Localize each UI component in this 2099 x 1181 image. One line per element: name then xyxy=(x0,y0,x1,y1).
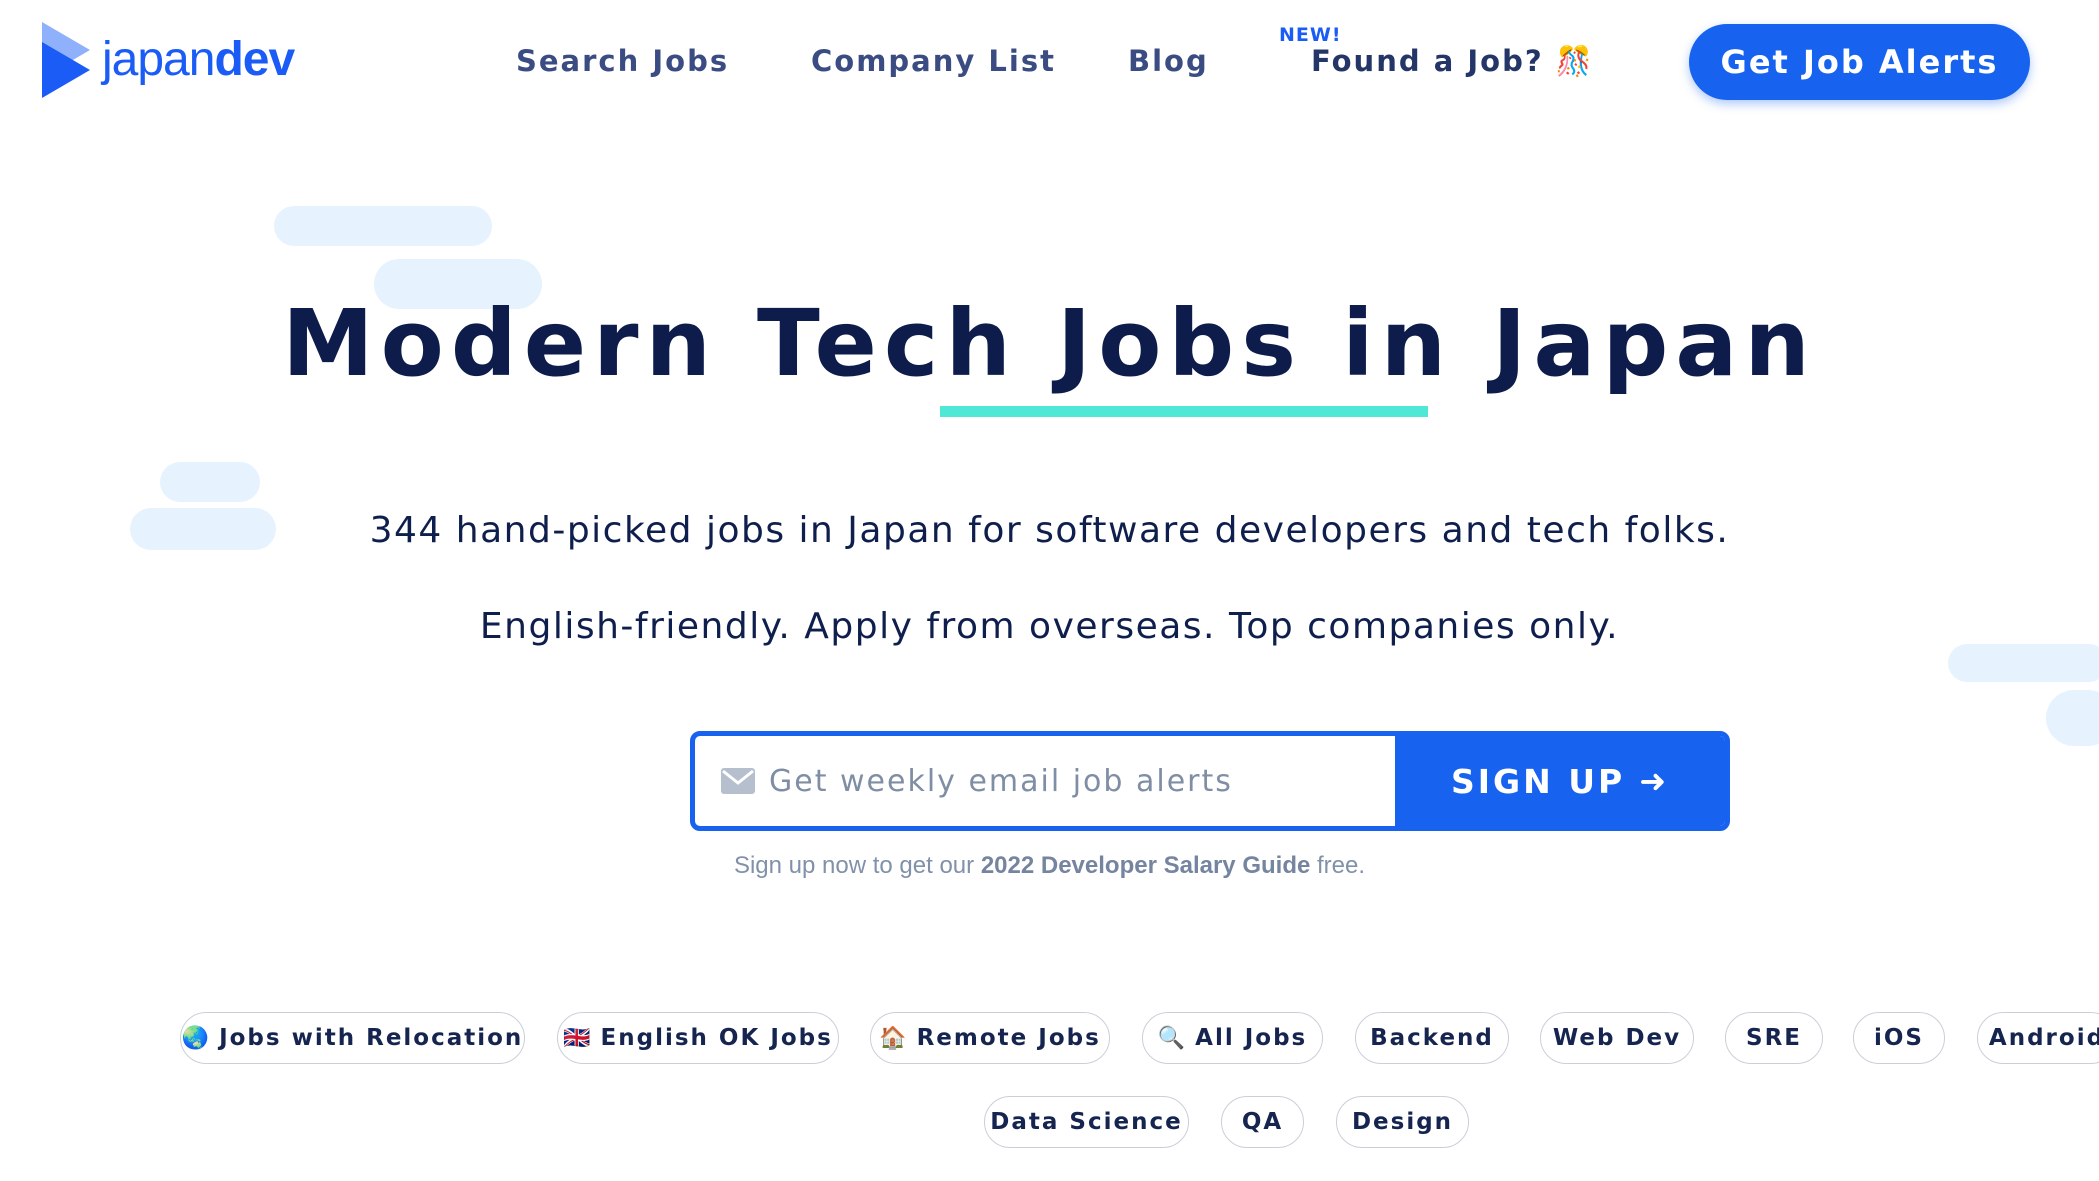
tag-web-dev[interactable]: Web Dev xyxy=(1540,1012,1694,1064)
japandev-logo[interactable]: japandev xyxy=(42,22,295,98)
mail-icon xyxy=(721,768,755,794)
title-highlight-underline xyxy=(940,406,1428,417)
tag-backend[interactable]: Backend xyxy=(1355,1012,1509,1064)
hero-subtitle-jobs-count: 344 hand-picked jobs in Japan for softwa… xyxy=(369,510,1730,551)
tag-english-ok-jobs[interactable]: 🇬🇧 English OK Jobs xyxy=(557,1012,839,1064)
nav-company-list[interactable]: Company List xyxy=(811,44,1056,78)
email-input[interactable] xyxy=(769,763,1369,799)
email-field-wrapper xyxy=(695,736,1395,826)
nav-search-jobs[interactable]: Search Jobs xyxy=(516,44,729,78)
tag-design[interactable]: Design xyxy=(1336,1096,1469,1148)
sign-up-button[interactable]: SIGN UP ➜ xyxy=(1395,736,1725,826)
nav-found-a-job[interactable]: Found a Job? 🎊 xyxy=(1311,44,1594,79)
tag-jobs-with-relocation[interactable]: 🌏 Jobs with Relocation xyxy=(180,1012,525,1064)
email-signup-form: SIGN UP ➜ xyxy=(690,731,1730,831)
tag-data-science[interactable]: Data Science xyxy=(984,1096,1189,1148)
logo-chevron-icon xyxy=(42,22,90,98)
tag-all-jobs[interactable]: 🔍 All Jobs xyxy=(1142,1012,1323,1064)
new-badge: NEW! xyxy=(1279,24,1342,46)
signup-note: Sign up now to get our 2022 Developer Sa… xyxy=(733,852,1366,879)
hero-title: Modern Tech Jobs in Japan xyxy=(282,290,1817,397)
logo-text: japandev xyxy=(102,33,295,86)
nav-blog[interactable]: Blog xyxy=(1128,44,1209,78)
house-icon: 🏠 xyxy=(879,1025,909,1051)
globe-icon: 🌏 xyxy=(181,1025,212,1051)
salary-guide-link[interactable]: 2022 Developer Salary Guide xyxy=(981,852,1311,879)
tag-android[interactable]: Android xyxy=(1977,1012,2099,1064)
get-job-alerts-button[interactable]: Get Job Alerts xyxy=(1689,24,2030,100)
sign-up-label: SIGN UP xyxy=(1450,761,1626,801)
magnifier-icon: 🔍 xyxy=(1157,1025,1188,1051)
tag-qa[interactable]: QA xyxy=(1221,1096,1304,1148)
hero-title-highlight: Tech Jobs xyxy=(757,290,1304,397)
tag-sre[interactable]: SRE xyxy=(1725,1012,1823,1064)
tag-remote-jobs[interactable]: 🏠 Remote Jobs xyxy=(870,1012,1110,1064)
hero-subtitle-benefits: English-friendly. Apply from overseas. T… xyxy=(479,606,1620,647)
uk-flag-icon: 🇬🇧 xyxy=(563,1025,593,1051)
page: japandev Search Jobs Company List Blog N… xyxy=(0,0,2099,1181)
tag-ios[interactable]: iOS xyxy=(1853,1012,1945,1064)
arrow-right-icon: ➜ xyxy=(1639,762,1670,800)
